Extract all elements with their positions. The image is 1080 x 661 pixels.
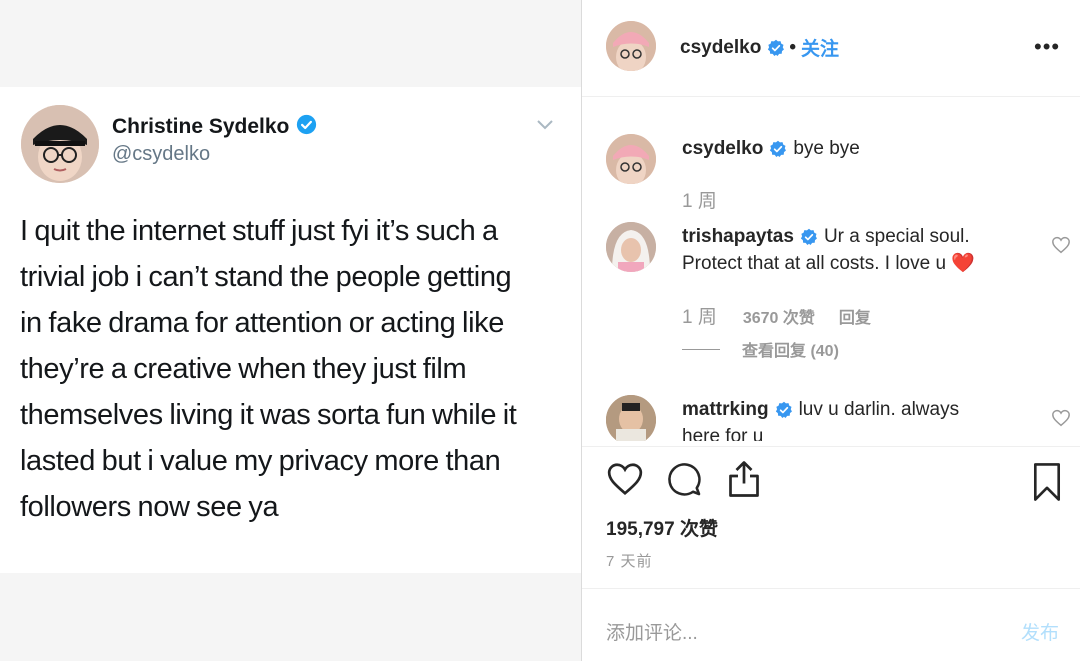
chevron-down-icon[interactable] xyxy=(536,119,554,131)
tweet-image-panel: Christine Sydelko @csydelko I quit the i… xyxy=(0,0,581,661)
view-replies-button[interactable]: 查看回复 (40) xyxy=(682,337,839,361)
tweet-line: in fake drama for attention or acting li… xyxy=(20,307,504,339)
comment-icon[interactable] xyxy=(666,461,702,497)
avatar[interactable] xyxy=(606,134,656,184)
avatar[interactable] xyxy=(606,222,656,272)
actions-divider xyxy=(582,446,1080,447)
likes-count[interactable]: 195,797 次赞 xyxy=(606,514,718,541)
comment-item: trishapaytas Ur a special soul. Protect … xyxy=(682,223,975,277)
heart-emoji: ❤️ xyxy=(951,253,975,274)
caption: csydelko bye bye xyxy=(682,135,860,162)
tweet-card: Christine Sydelko @csydelko I quit the i… xyxy=(0,87,581,573)
tweet-line: I quit the internet stuff just fyi it’s … xyxy=(20,215,498,247)
heart-icon[interactable] xyxy=(1051,236,1071,254)
comment-text: here for u xyxy=(682,426,764,441)
tweet-text: I quit the internet stuff just fyi it’s … xyxy=(20,208,565,530)
comment-meta: 1 周 3670 次赞 回复 xyxy=(682,302,871,329)
comment-like-count[interactable]: 3670 次赞 xyxy=(743,304,815,328)
verified-badge-icon xyxy=(296,114,317,140)
verified-badge-icon xyxy=(769,140,787,158)
follow-button[interactable]: 关注 xyxy=(801,34,839,61)
instagram-post-panel: csydelko • 关注 ••• csydelko bye bye 1 周 t… xyxy=(582,0,1080,661)
tweet-line: lasted but i value my privacy more than xyxy=(20,445,501,477)
avatar[interactable] xyxy=(606,395,656,441)
separator-dot: • xyxy=(789,36,796,58)
heart-icon[interactable] xyxy=(1051,409,1071,427)
comment-username[interactable]: trishapaytas xyxy=(682,223,794,250)
tweet-line: followers now see ya xyxy=(20,491,279,523)
comment-text: Protect that at all costs. I love u xyxy=(682,253,947,274)
post-age: 7 天前 xyxy=(606,553,653,570)
post-button[interactable]: 发布 xyxy=(1021,618,1059,645)
avatar[interactable] xyxy=(606,21,656,71)
post-header: csydelko • 关注 ••• xyxy=(582,0,1080,97)
more-icon[interactable]: ••• xyxy=(1034,34,1060,60)
caption-meta: 1 周 xyxy=(682,186,717,213)
tweet-avatar xyxy=(21,105,99,183)
tweet-name-row: Christine Sydelko xyxy=(112,114,317,140)
tweet-handle: @csydelko xyxy=(112,143,211,165)
comment-text: luv u darlin. always xyxy=(798,399,960,420)
tweet-line: they’re a creative when they just film xyxy=(20,353,467,385)
verified-badge-icon xyxy=(767,39,785,57)
verified-badge-icon xyxy=(800,228,818,246)
view-replies-label: 查看回复 (40) xyxy=(742,343,839,360)
reply-button[interactable]: 回复 xyxy=(839,304,871,328)
header-username[interactable]: csydelko xyxy=(680,37,761,59)
divider-line xyxy=(682,348,720,350)
comment-age: 1 周 xyxy=(682,307,717,328)
header-user-row: csydelko • 关注 xyxy=(680,34,839,61)
add-comment-divider xyxy=(582,588,1080,589)
share-icon[interactable] xyxy=(726,459,762,499)
comment-item: mattrking luv u darlin. always here for … xyxy=(682,396,959,441)
tweet-line: themselves living it was sorta fun while… xyxy=(20,399,517,431)
caption-age: 1 周 xyxy=(682,191,717,212)
comment-username[interactable]: mattrking xyxy=(682,396,769,423)
heart-icon[interactable] xyxy=(606,461,644,497)
verified-badge-icon xyxy=(775,401,793,419)
add-comment-input[interactable]: 添加评论... xyxy=(606,618,698,645)
comment-clip: mattrking luv u darlin. always here for … xyxy=(582,385,1080,441)
caption-text: bye bye xyxy=(793,138,860,159)
caption-username[interactable]: csydelko xyxy=(682,135,763,162)
tweet-display-name: Christine Sydelko xyxy=(112,115,290,138)
tweet-line: trivial job i can’t stand the people get… xyxy=(20,261,512,293)
comment-text: Ur a special soul. xyxy=(823,226,970,247)
bookmark-icon[interactable] xyxy=(1032,463,1062,501)
